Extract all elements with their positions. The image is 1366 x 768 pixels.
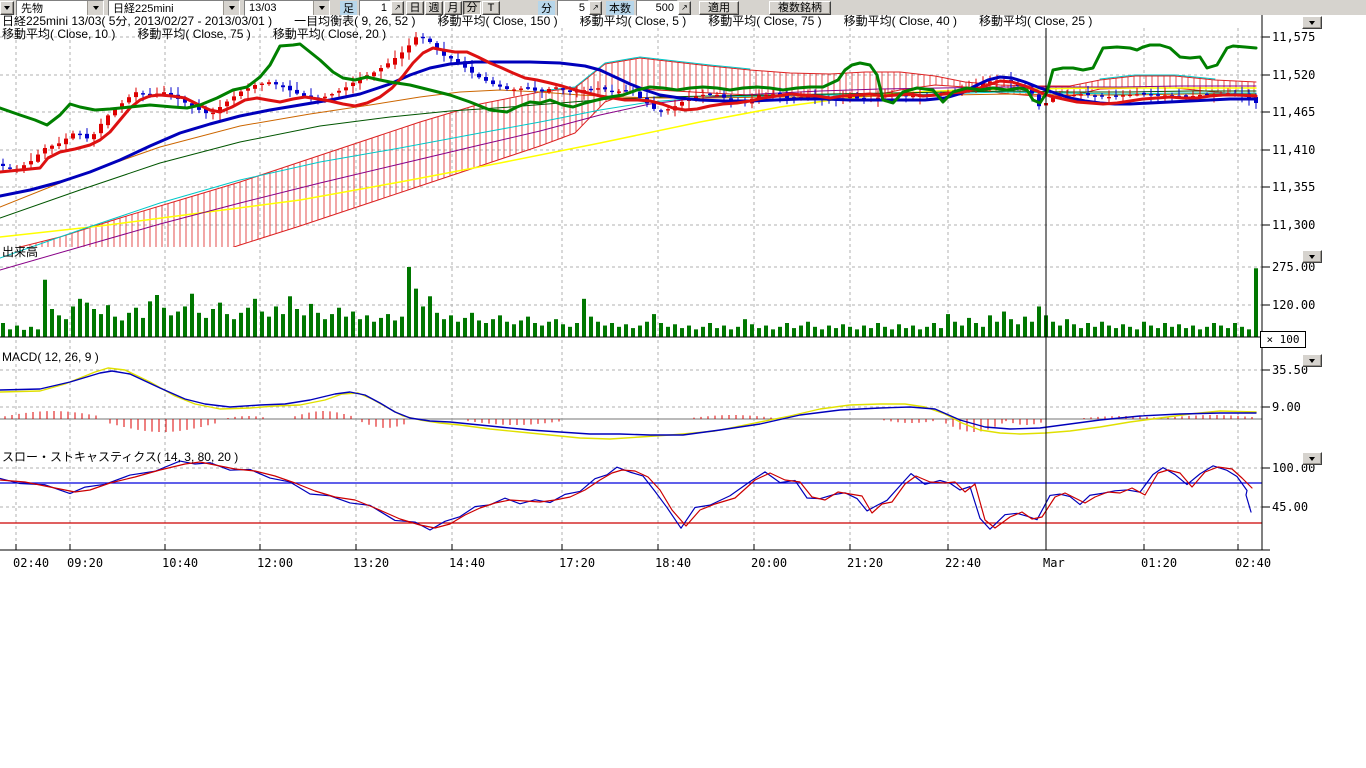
chevron-down-icon [1309,359,1315,363]
time-axis-label: 10:40 [162,556,198,570]
minute-input[interactable]: 5 [557,0,589,16]
market-select-value: 先物 [17,0,87,16]
candlesticks [1,32,1258,173]
chevron-down-icon [1309,255,1315,259]
legend-item: 移動平均( Close, 25 ) [979,15,1092,28]
bar-count-spinner[interactable]: ↗ [678,1,691,15]
chevron-down-icon [1309,457,1315,461]
contract-month-value: 13/03 [245,2,313,14]
price-axis-label: 11,575 [1272,31,1315,43]
chevron-down-icon [87,1,103,15]
time-axis-label: Mar [1043,556,1065,570]
chart-canvas[interactable] [0,0,1366,600]
legend-item: 移動平均( Close, 5 ) [580,15,687,28]
macd-pane-menu-button[interactable] [1302,354,1322,367]
time-axis-label: 12:00 [257,556,293,570]
volume-bars [1,267,1258,337]
stochastics-axis-label: 45.00 [1272,501,1308,513]
volume-multiplier-badge: × 100 [1260,331,1306,348]
chevron-down-icon [313,1,329,15]
legend-item: 移動平均( Close, 20 ) [273,28,386,41]
legend-item: 移動平均( Close, 10 ) [2,28,115,41]
price-axis-label: 11,520 [1272,69,1315,81]
time-axis-label: 02:40 [13,556,49,570]
bar-count-label: 本数 [606,1,634,15]
stochastics-pane-label: スロー・ストキャスティクス( 14, 3, 80, 20 ) [2,451,238,463]
period-month-button[interactable]: 月 [444,1,462,15]
price-axis-label: 11,355 [1272,181,1315,193]
chevron-down-icon [223,1,239,15]
contract-month-select[interactable]: 13/03 [244,0,330,16]
leftmost-dropdown-arrow-button[interactable] [0,1,14,15]
chevron-down-icon [4,6,10,10]
minute-label: 分 [538,1,555,15]
bar-type-input[interactable]: 1 [359,0,391,16]
volume-axis-label: 120.00 [1272,299,1315,311]
legend-item: 移動平均( Close, 75 ) [137,28,250,41]
period-tick-button[interactable]: T [482,1,500,15]
symbol-select-value: 日経225mini [109,0,223,16]
time-axis-label: 17:20 [559,556,595,570]
period-day-button[interactable]: 日 [406,1,424,15]
chevron-down-icon [1309,21,1315,25]
price-axis-label: 11,300 [1272,219,1315,231]
time-axis-label: 21:20 [847,556,883,570]
price-pane-menu-button[interactable] [1302,16,1322,29]
price-axis-label: 11,465 [1272,106,1315,118]
period-week-button[interactable]: 週 [425,1,443,15]
time-axis-label: 14:40 [449,556,485,570]
price-axis-label: 11,410 [1272,144,1315,156]
legend-item: 移動平均( Close, 150 ) [438,15,558,28]
period-minute-button[interactable]: 分 [463,1,481,15]
stochastics-pane-menu-button[interactable] [1302,452,1322,465]
market-select[interactable]: 先物 [16,0,104,16]
bar-type-label: 足 [340,1,357,15]
time-axis-label: 20:00 [751,556,787,570]
volume-pane-menu-button[interactable] [1302,250,1322,263]
time-axis-label: 22:40 [945,556,981,570]
macd-axis-label: 9.00 [1272,401,1301,413]
legend-item: 移動平均( Close, 40 ) [844,15,957,28]
volume-pane-label: 出来高 [2,246,38,258]
apply-button[interactable]: 適用 [699,1,739,15]
macd-pane-label: MACD( 12, 26, 9 ) [2,351,99,363]
time-axis-label: 18:40 [655,556,691,570]
minute-spinner[interactable]: ↗ [589,1,602,15]
macd-histogram [5,411,1252,432]
bar-count-input[interactable]: 500 [636,0,678,16]
toolbar: 先物 日経225mini 13/03 足 1 ↗ 日 週 月 分 T 分 5 ↗… [0,0,1366,15]
multi-symbol-button[interactable]: 複数銘柄 [769,1,831,15]
time-axis-label: 13:20 [353,556,389,570]
indicator-legend-row-2: 移動平均( Close, 10 ) 移動平均( Close, 75 ) 移動平均( … [2,28,408,41]
time-axis-label: 01:20 [1141,556,1177,570]
time-axis-label: 09:20 [67,556,103,570]
bar-type-spinner[interactable]: ↗ [391,1,404,15]
symbol-select[interactable]: 日経225mini [108,0,240,16]
time-axis-label: 02:40 [1235,556,1271,570]
legend-item: 移動平均( Close, 75 ) [708,15,821,28]
